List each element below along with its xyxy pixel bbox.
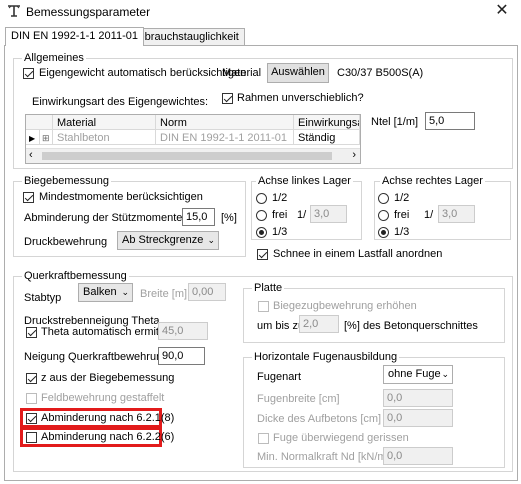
achse-links-frei-sep: 1/ <box>297 209 307 221</box>
eigengewicht-checkbox[interactable] <box>23 68 34 79</box>
bis-label: um bis zu <box>257 320 305 332</box>
abm621-checkbox[interactable] <box>26 413 37 424</box>
schnee-label: Schnee in einem Lastfall anordnen <box>273 248 443 260</box>
dicke-input[interactable]: 0,0 <box>383 409 453 427</box>
chevron-down-icon: ⌄ <box>441 369 449 379</box>
achse-rechts-frei-input[interactable]: 3,0 <box>438 205 475 223</box>
breite-input[interactable]: 0,00 <box>188 283 226 301</box>
abm621-label: Abminderung nach 6.2.1(8) <box>41 412 175 424</box>
gerissen-checkbox[interactable] <box>258 433 269 444</box>
bis-suffix: [%] des Betonquerschnittes <box>344 320 478 332</box>
achse-rechts-radio-frei[interactable] <box>378 210 389 221</box>
z-checkbox[interactable] <box>26 373 37 384</box>
bis-input[interactable]: 2,0 <box>299 315 339 333</box>
fugenart-value: ohne Fuge <box>388 368 441 380</box>
grid-header-material[interactable]: Material <box>53 115 156 130</box>
achse-links-frei-label: frei <box>272 209 288 221</box>
abm622-label: Abminderung nach 6.2.2(6) <box>41 431 175 443</box>
fugenbreite-input[interactable]: 0,0 <box>383 389 453 407</box>
app-icon <box>7 4 21 18</box>
theta-auto-label: Theta automatisch ermitteln <box>41 326 177 338</box>
grid-cell-einwirkungsart[interactable]: Ständig <box>294 130 360 145</box>
grid-header-norm[interactable]: Norm <box>156 115 294 130</box>
rahmen-label: Rahmen unverschieblich? <box>237 92 364 104</box>
stabtyp-label: Stabtyp <box>24 292 62 304</box>
scroll-right-icon[interactable]: › <box>352 149 356 161</box>
feldbewehrung-checkbox[interactable] <box>26 393 37 404</box>
z-label: z aus der Biegebemessung <box>41 372 175 384</box>
biegezug-checkbox[interactable] <box>258 301 269 312</box>
theta-input[interactable]: 45,0 <box>158 322 208 340</box>
achse-links-radio-half[interactable] <box>256 193 267 204</box>
druckbewehrung-label: Druckbewehrung <box>24 236 108 248</box>
achse-rechts-frei-sep: 1/ <box>424 209 434 221</box>
normalkraft-input[interactable]: 0,0 <box>383 447 453 465</box>
druckbewehrung-value: Ab Streckgrenze <box>122 234 204 246</box>
dicke-label: Dicke des Aufbetons [cm] <box>257 413 382 425</box>
window-title: Bemessungsparameter <box>26 5 151 19</box>
grid-cell-norm[interactable]: DIN EN 1992-1-1 2011-01 <box>156 130 294 145</box>
auswaehlen-button[interactable]: Auswählen <box>267 63 329 83</box>
stabtyp-select[interactable]: Balken ⌄ <box>78 283 133 302</box>
achse-links-radio-frei[interactable] <box>256 210 267 221</box>
einwirkungsart-grid: Material Norm Einwirkungsart ▶ ⊞ Stahlbe… <box>25 114 361 164</box>
achse-links-third-label: 1/3 <box>272 226 288 238</box>
close-icon[interactable]: ✕ <box>489 1 515 21</box>
fugenbreite-label: Fugenbreite [cm] <box>257 393 340 405</box>
mindestmomente-label: Mindestmomente berücksichtigen <box>39 191 203 203</box>
scroll-left-icon[interactable]: ‹ <box>29 149 33 161</box>
einwirkungsart-label: Einwirkungsart des Eigengewichtes: <box>32 96 209 108</box>
material-value: C30/37 B500S(A) <box>337 67 424 79</box>
abminderung-unit: [%] <box>221 212 237 224</box>
achse-rechts-third-label: 1/3 <box>394 226 410 238</box>
achse-links-legend: Achse linkes Lager <box>256 175 353 187</box>
platte-legend: Platte <box>252 282 285 294</box>
achse-links-half-label: 1/2 <box>272 192 288 204</box>
fugen-legend: Horizontale Fugenausbildung <box>252 351 400 363</box>
biegebemessung-legend: Biegebemessung <box>22 175 112 187</box>
druckbewehrung-select[interactable]: Ab Streckgrenze ⌄ <box>117 231 219 250</box>
abminderung-input[interactable]: 15,0 <box>182 208 215 226</box>
grid-corner <box>26 115 53 130</box>
achse-rechts-radio-half[interactable] <box>378 193 389 204</box>
biegezug-label: Biegezugbewehrung erhöhen <box>273 300 417 312</box>
abm622-checkbox[interactable] <box>26 432 37 443</box>
ntel-input[interactable]: 5,0 <box>425 112 475 130</box>
neigung-input[interactable]: 90,0 <box>158 347 205 365</box>
stabtyp-value: Balken <box>83 286 117 298</box>
material-label: Material <box>222 67 262 79</box>
rahmen-checkbox[interactable] <box>222 93 233 104</box>
chevron-down-icon: ⌄ <box>121 287 129 297</box>
grid-header-einwirkungsart[interactable]: Einwirkungsart <box>294 115 360 130</box>
expand-icon[interactable]: ⊞ <box>40 130 53 145</box>
feldbewehrung-label: Feldbewehrung gestaffelt <box>41 392 165 404</box>
achse-links-radio-third[interactable] <box>256 227 267 238</box>
achse-rechts-frei-label: frei <box>394 209 410 221</box>
fugenart-label: Fugenart <box>257 371 302 383</box>
ntel-label: Ntel [1/m] <box>371 116 419 128</box>
platte-group <box>243 288 505 343</box>
fugenart-select[interactable]: ohne Fuge ⌄ <box>383 365 453 384</box>
row-selector-icon[interactable]: ▶ <box>26 130 40 145</box>
chevron-down-icon: ⌄ <box>207 235 215 245</box>
grid-cell-material[interactable]: Stahlbeton <box>53 130 156 145</box>
schnee-checkbox[interactable] <box>257 249 268 260</box>
scroll-thumb[interactable] <box>42 152 332 160</box>
breite-label: Breite [m] <box>140 288 188 300</box>
theta-auto-checkbox[interactable] <box>26 327 37 338</box>
achse-rechts-radio-third[interactable] <box>378 227 389 238</box>
achse-rechts-half-label: 1/2 <box>394 192 410 204</box>
horizontal-scrollbar[interactable]: ‹ › <box>26 148 360 163</box>
abminderung-label: Abminderung der Stützmomente um : <box>24 212 207 224</box>
mindestmomente-checkbox[interactable] <box>23 192 34 203</box>
querkraft-legend: Querkraftbemessung <box>22 270 129 282</box>
achse-links-frei-input[interactable]: 3,0 <box>310 205 347 223</box>
gerissen-label: Fuge überwiegend gerissen <box>273 432 409 444</box>
allgemeines-legend: Allgemeines <box>22 52 86 64</box>
tab-din-en[interactable]: DIN EN 1992-1-1 2011-01 <box>5 27 144 46</box>
achse-rechts-legend: Achse rechtes Lager <box>380 175 485 187</box>
eigengewicht-label: Eigengewicht automatisch berücksichtigen <box>39 67 247 79</box>
normalkraft-label: Min. Normalkraft Nd [kN/m] <box>257 451 390 463</box>
